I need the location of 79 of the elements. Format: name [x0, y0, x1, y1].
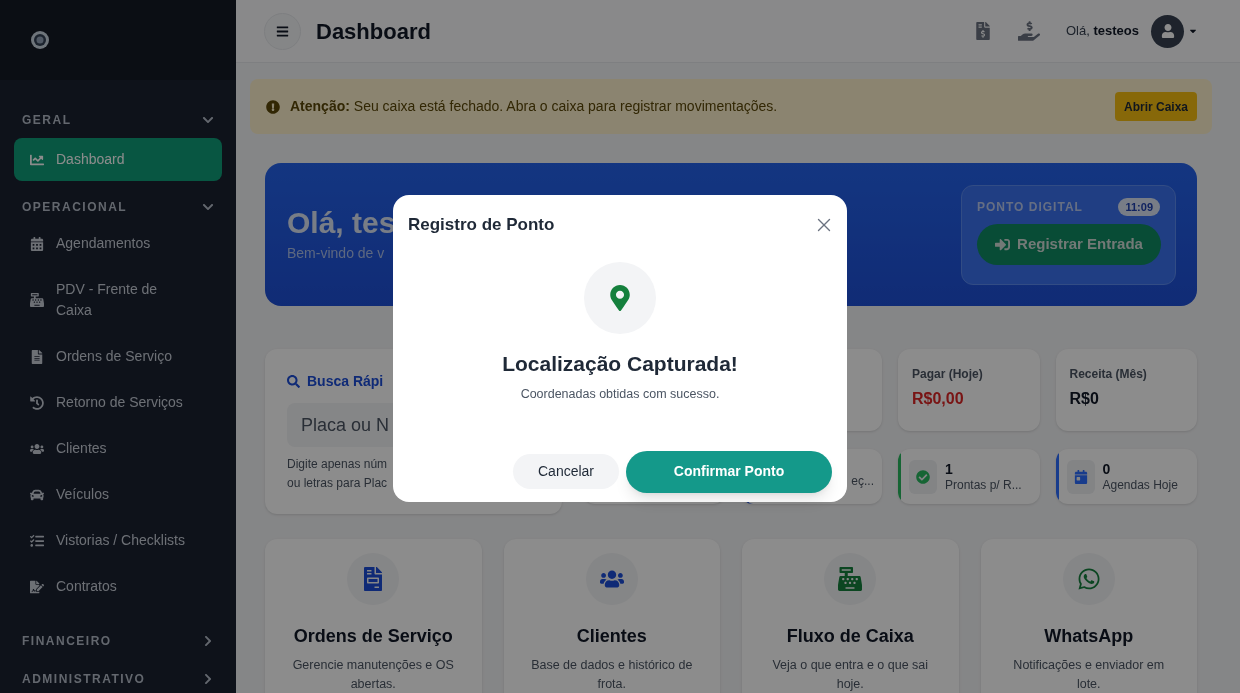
panel-label: PONTO DIGITAL [977, 198, 1083, 216]
calendar-icon [30, 236, 44, 251]
sidebar-item[interactable]: Clientes [14, 426, 222, 471]
whatsapp-icon [1076, 567, 1101, 591]
feature-description: Gerencie manutenções e OS abertas. [291, 657, 455, 693]
sidebar-item[interactable]: Dashboard [14, 138, 222, 181]
feature-description: Notificações e enviador em lote. [1012, 657, 1166, 693]
sign-in-icon [995, 237, 1011, 252]
sidebar-item[interactable]: Contratos [14, 564, 222, 609]
dialog-heading: Localização Capturada! [502, 350, 738, 377]
sidebar-item[interactable]: PDV - Frente de Caixa [14, 267, 222, 333]
history-icon [30, 395, 44, 410]
users-icon [30, 441, 44, 456]
sidebar-item[interactable]: Retorno de Serviços [14, 380, 222, 425]
sidebar-item[interactable]: Veículos [14, 472, 222, 517]
stat-label: Pagar (Hoje) [912, 366, 984, 383]
dialog-title: Registro de Ponto [408, 214, 555, 236]
chevron-down-icon [202, 114, 214, 126]
warning-icon [266, 99, 280, 114]
cancel-button[interactable]: Cancelar [513, 454, 619, 490]
section-header[interactable]: FINANCEIRO [0, 629, 236, 653]
user-icon [1160, 24, 1175, 38]
check-icon [916, 469, 930, 484]
logo-icon [30, 30, 50, 50]
open-register-button[interactable]: Abrir Caixa [1114, 92, 1197, 121]
stat-label: Receita (Mês) [1069, 366, 1148, 383]
cash-register-icon [30, 293, 44, 307]
cash-register-icon [838, 567, 863, 591]
user-greeting: Olá, testeos [1066, 22, 1139, 41]
signed-document-icon [30, 579, 44, 594]
chart-icon [30, 152, 44, 167]
feature-card[interactable]: Fluxo de Caixa Veja o que entra e o que sai hoje. [742, 539, 959, 693]
checklist-icon [30, 533, 44, 548]
feature-title: Fluxo de Caixa [786, 625, 914, 648]
menu-icon [276, 24, 289, 38]
invoice-icon[interactable] [976, 22, 990, 40]
stat-value: 1 [945, 460, 954, 477]
stat-label: Agendas Hoje [1102, 476, 1178, 493]
welcome-subtitle: Bem-vindo de v [287, 244, 386, 263]
feature-card[interactable]: WhatsApp Notificações e enviador em lote. [980, 539, 1197, 693]
stat-label: Prontas p/ R... [945, 476, 1022, 493]
time-badge: 11:09 [1118, 197, 1160, 216]
search-icon [287, 375, 300, 388]
section-header[interactable]: ADMINISTRATIVO [0, 667, 236, 691]
section-header[interactable]: GERAL [0, 108, 236, 132]
sidebar-item[interactable]: Ordens de Serviço [14, 334, 222, 379]
dialog-message: Coordenadas obtidas com sucesso. [520, 386, 720, 403]
location-pin-icon [610, 284, 630, 311]
welcome-title: Olá, tes [287, 205, 396, 241]
sidebar-item[interactable]: Vistorias / Checklists [14, 518, 222, 563]
chevron-right-icon [202, 673, 214, 685]
feature-title: Clientes [576, 625, 647, 648]
check-in-button[interactable]: Registrar Entrada [977, 224, 1161, 265]
feature-card[interactable]: Ordens de Serviço Gerencie manutenções e OS abertas. [265, 539, 482, 693]
feature-card[interactable]: Clientes Base de dados e histórico de frota. [503, 539, 720, 693]
page-title: Dashboard [316, 17, 431, 46]
menu-button[interactable] [264, 12, 301, 50]
stat-label: eç... [851, 473, 874, 490]
stat-value: 0 [1102, 460, 1112, 477]
search-hint: ou letras para Plac [287, 475, 389, 492]
feature-title: Ordens de Serviço [293, 625, 453, 648]
calendar-icon [1073, 469, 1088, 484]
sidebar-item[interactable]: Agendamentos [14, 221, 222, 266]
alert-message: Atenção: Seu caixa está fechado. Abra o caixa para registrar movimentações. [290, 97, 778, 116]
user-avatar[interactable] [1151, 14, 1184, 48]
stat-value: R$0 [1069, 389, 1100, 409]
feature-description: Veja o que entra e o que sai hoje. [771, 657, 930, 693]
confirm-button[interactable]: Confirmar Ponto [626, 450, 832, 493]
search-hint: Digite apenas núm [287, 456, 389, 473]
chevron-right-icon [202, 635, 214, 647]
document-icon [30, 349, 44, 364]
stat-value: R$0,00 [912, 389, 965, 409]
section-header[interactable]: OPERACIONAL [0, 195, 236, 219]
chevron-down-icon [202, 201, 214, 213]
feature-title: WhatsApp [1044, 625, 1134, 648]
car-icon [30, 487, 44, 502]
search-title: Busca Rápi [307, 372, 384, 391]
hand-money-icon[interactable] [1018, 21, 1040, 41]
feature-description: Base de dados e histórico de frota. [530, 657, 694, 693]
